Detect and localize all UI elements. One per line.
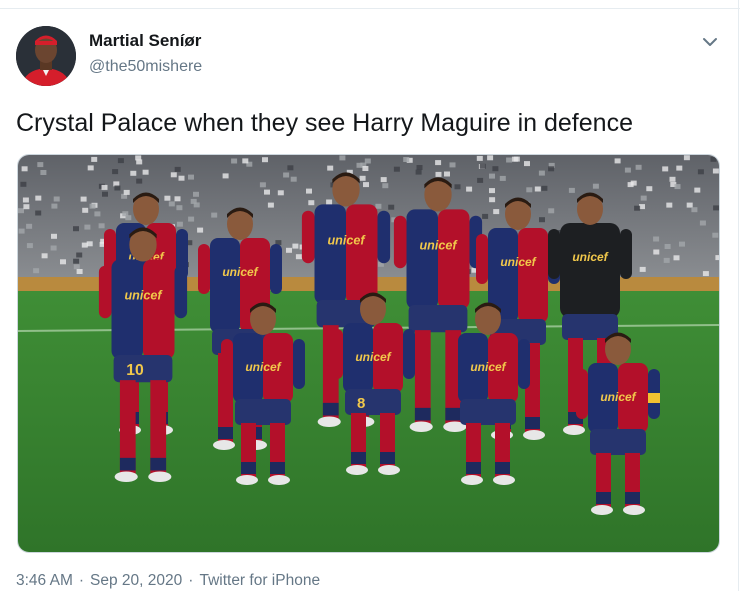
- shirt-sponsor-text: unicef: [572, 250, 608, 264]
- shirt-sponsor-text: unicef: [327, 233, 366, 247]
- shirt-sponsor-text: unicef: [600, 390, 636, 404]
- top-divider: [0, 8, 740, 9]
- shirt-sponsor-text: unicef: [124, 288, 163, 302]
- avatar-image: [16, 26, 76, 86]
- user-handle[interactable]: @the50mishere: [89, 57, 202, 77]
- shirt-sponsor-text: unicef: [222, 265, 258, 279]
- shorts-number: 10: [126, 362, 144, 379]
- meta-separator: ·: [78, 572, 85, 589]
- shirt-sponsor-text: unicef: [500, 255, 536, 269]
- tweet-date[interactable]: Sep 20, 2020: [90, 572, 182, 590]
- tweet-meta: 3:46 AM · Sep 20, 2020 · Twitter for iPhone: [16, 572, 320, 590]
- tweet-text: Crystal Palace when they see Harry Magui…: [16, 109, 633, 137]
- shirt-sponsor-text: unicef: [470, 360, 506, 374]
- tweet-header: Martial Seníør @the50mishere: [14, 26, 724, 88]
- meta-separator: ·: [188, 572, 194, 589]
- tweet-time[interactable]: 3:46 AM: [16, 572, 73, 590]
- shirt-sponsor-text: unicef: [419, 238, 458, 252]
- tweet-photo[interactable]: unicef unicef unicef unicef unicef unicef unic…: [17, 154, 720, 553]
- avatar[interactable]: [16, 26, 76, 86]
- shorts-number: 8: [357, 395, 365, 412]
- chevron-down-icon[interactable]: [700, 32, 720, 52]
- shirt-sponsor-text: unicef: [245, 360, 281, 374]
- team-photo: unicef unicef unicef unicef unicef unicef unic…: [18, 155, 719, 552]
- right-divider: [738, 0, 739, 591]
- shirt-sponsor-text: unicef: [355, 350, 391, 364]
- tweet-source[interactable]: Twitter for iPhone: [199, 572, 320, 590]
- display-name[interactable]: Martial Seníør: [89, 31, 202, 51]
- author-info: Martial Seníør @the50mishere: [89, 31, 202, 77]
